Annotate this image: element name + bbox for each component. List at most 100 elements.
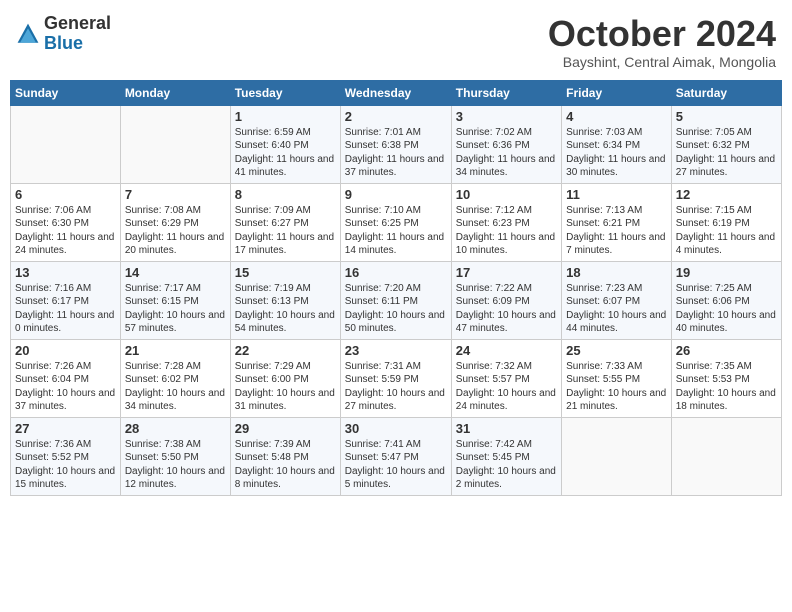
day-info: Sunrise: 7:01 AM Sunset: 6:38 PM Dayligh…	[345, 126, 447, 180]
calendar-cell: 26 Sunrise: 7:35 AM Sunset: 5:53 PM Dayli…	[671, 339, 781, 417]
page-header: General Blue October 2024 Bayshint, Cent…	[10, 10, 782, 74]
calendar-week-row: 1 Sunrise: 6:59 AM Sunset: 6:40 PM Daylig…	[11, 105, 782, 183]
calendar-cell: 30Sunrise: 7:41 AM Sunset: 5:47 PM Dayli…	[340, 417, 451, 495]
day-number: 22	[235, 343, 336, 358]
day-info: Sunrise: 7:02 AM Sunset: 6:36 PM Dayligh…	[456, 126, 557, 180]
calendar-cell: 6 Sunrise: 7:06 AM Sunset: 6:30 PM Daylig…	[11, 183, 121, 261]
calendar-cell: 29 Sunrise: 7:39 AM Sunset: 5:48 PM Dayli…	[230, 417, 340, 495]
day-info: Sunrise: 7:29 AM Sunset: 6:00 PM Dayligh…	[235, 360, 336, 414]
day-info: Sunrise: 7:22 AM Sunset: 6:09 PM Dayligh…	[456, 282, 557, 336]
logo: General Blue	[16, 14, 111, 54]
day-info: Sunrise: 7:19 AM Sunset: 6:13 PM Dayligh…	[235, 282, 336, 336]
day-info: Sunrise: 7:09 AM Sunset: 6:27 PM Dayligh…	[235, 204, 336, 258]
location-subtitle: Bayshint, Central Aimak, Mongolia	[548, 54, 776, 70]
calendar-cell: 19 Sunrise: 7:25 AM Sunset: 6:06 PM Dayli…	[671, 261, 781, 339]
logo-general-text: General	[44, 14, 111, 34]
weekday-header-row: SundayMondayTuesdayWednesdayThursdayFrid…	[11, 80, 782, 105]
calendar-cell	[11, 105, 121, 183]
day-number: 17	[456, 265, 557, 280]
day-number: 7	[125, 187, 226, 202]
calendar-cell: 7 Sunrise: 7:08 AM Sunset: 6:29 PM Daylig…	[120, 183, 230, 261]
day-number: 6	[15, 187, 116, 202]
day-info: Sunrise: 7:28 AM Sunset: 6:02 PM Dayligh…	[125, 360, 226, 414]
calendar-cell: 24 Sunrise: 7:32 AM Sunset: 5:57 PM Dayli…	[451, 339, 561, 417]
calendar-cell: 21 Sunrise: 7:28 AM Sunset: 6:02 PM Dayli…	[120, 339, 230, 417]
calendar-cell: 1 Sunrise: 6:59 AM Sunset: 6:40 PM Daylig…	[230, 105, 340, 183]
day-info: Sunrise: 7:39 AM Sunset: 5:48 PM Dayligh…	[235, 438, 336, 492]
calendar-cell: 20Sunrise: 7:26 AM Sunset: 6:04 PM Dayli…	[11, 339, 121, 417]
calendar-cell: 25 Sunrise: 7:33 AM Sunset: 5:55 PM Dayli…	[562, 339, 672, 417]
day-number: 9	[345, 187, 447, 202]
day-number: 5	[676, 109, 777, 124]
day-info: Sunrise: 7:31 AM Sunset: 5:59 PM Dayligh…	[345, 360, 447, 414]
day-number: 21	[125, 343, 226, 358]
calendar-cell: 11Sunrise: 7:13 AM Sunset: 6:21 PM Dayli…	[562, 183, 672, 261]
calendar-cell: 10Sunrise: 7:12 AM Sunset: 6:23 PM Dayli…	[451, 183, 561, 261]
day-info: Sunrise: 7:12 AM Sunset: 6:23 PM Dayligh…	[456, 204, 557, 258]
calendar-cell: 15 Sunrise: 7:19 AM Sunset: 6:13 PM Dayli…	[230, 261, 340, 339]
day-number: 24	[456, 343, 557, 358]
day-info: Sunrise: 7:23 AM Sunset: 6:07 PM Dayligh…	[566, 282, 667, 336]
calendar-cell	[562, 417, 672, 495]
calendar-cell: 13Sunrise: 7:16 AM Sunset: 6:17 PM Dayli…	[11, 261, 121, 339]
weekday-header-thursday: Thursday	[451, 80, 561, 105]
weekday-header-monday: Monday	[120, 80, 230, 105]
calendar-week-row: 20Sunrise: 7:26 AM Sunset: 6:04 PM Dayli…	[11, 339, 782, 417]
calendar-cell: 23 Sunrise: 7:31 AM Sunset: 5:59 PM Dayli…	[340, 339, 451, 417]
day-number: 31	[456, 421, 557, 436]
day-info: Sunrise: 7:20 AM Sunset: 6:11 PM Dayligh…	[345, 282, 447, 336]
day-info: Sunrise: 6:59 AM Sunset: 6:40 PM Dayligh…	[235, 126, 336, 180]
calendar-cell: 12Sunrise: 7:15 AM Sunset: 6:19 PM Dayli…	[671, 183, 781, 261]
day-info: Sunrise: 7:42 AM Sunset: 5:45 PM Dayligh…	[456, 438, 557, 492]
day-info: Sunrise: 7:33 AM Sunset: 5:55 PM Dayligh…	[566, 360, 667, 414]
day-info: Sunrise: 7:10 AM Sunset: 6:25 PM Dayligh…	[345, 204, 447, 258]
calendar-cell	[120, 105, 230, 183]
day-number: 29	[235, 421, 336, 436]
day-number: 1	[235, 109, 336, 124]
day-number: 25	[566, 343, 667, 358]
calendar-cell: 18 Sunrise: 7:23 AM Sunset: 6:07 PM Dayli…	[562, 261, 672, 339]
weekday-header-friday: Friday	[562, 80, 672, 105]
calendar-cell: 9 Sunrise: 7:10 AM Sunset: 6:25 PM Daylig…	[340, 183, 451, 261]
day-info: Sunrise: 7:32 AM Sunset: 5:57 PM Dayligh…	[456, 360, 557, 414]
day-info: Sunrise: 7:35 AM Sunset: 5:53 PM Dayligh…	[676, 360, 777, 414]
day-number: 3	[456, 109, 557, 124]
day-number: 2	[345, 109, 447, 124]
calendar-cell: 14Sunrise: 7:17 AM Sunset: 6:15 PM Dayli…	[120, 261, 230, 339]
calendar-table: SundayMondayTuesdayWednesdayThursdayFrid…	[10, 80, 782, 496]
calendar-week-row: 6 Sunrise: 7:06 AM Sunset: 6:30 PM Daylig…	[11, 183, 782, 261]
day-number: 18	[566, 265, 667, 280]
calendar-cell	[671, 417, 781, 495]
calendar-week-row: 27Sunrise: 7:36 AM Sunset: 5:52 PM Dayli…	[11, 417, 782, 495]
calendar-cell: 5 Sunrise: 7:05 AM Sunset: 6:32 PM Daylig…	[671, 105, 781, 183]
weekday-header-tuesday: Tuesday	[230, 80, 340, 105]
month-title: October 2024	[548, 14, 776, 54]
day-info: Sunrise: 7:38 AM Sunset: 5:50 PM Dayligh…	[125, 438, 226, 492]
calendar-cell: 16 Sunrise: 7:20 AM Sunset: 6:11 PM Dayli…	[340, 261, 451, 339]
day-number: 4	[566, 109, 667, 124]
day-number: 28	[125, 421, 226, 436]
day-number: 26	[676, 343, 777, 358]
calendar-cell: 2 Sunrise: 7:01 AM Sunset: 6:38 PM Daylig…	[340, 105, 451, 183]
weekday-header-saturday: Saturday	[671, 80, 781, 105]
day-info: Sunrise: 7:06 AM Sunset: 6:30 PM Dayligh…	[15, 204, 116, 258]
calendar-cell: 31 Sunrise: 7:42 AM Sunset: 5:45 PM Dayli…	[451, 417, 561, 495]
day-info: Sunrise: 7:08 AM Sunset: 6:29 PM Dayligh…	[125, 204, 226, 258]
day-info: Sunrise: 7:05 AM Sunset: 6:32 PM Dayligh…	[676, 126, 777, 180]
day-info: Sunrise: 7:41 AM Sunset: 5:47 PM Dayligh…	[345, 438, 447, 492]
weekday-header-sunday: Sunday	[11, 80, 121, 105]
day-info: Sunrise: 7:16 AM Sunset: 6:17 PM Dayligh…	[15, 282, 116, 336]
logo-blue-text: Blue	[44, 34, 111, 54]
day-info: Sunrise: 7:17 AM Sunset: 6:15 PM Dayligh…	[125, 282, 226, 336]
day-info: Sunrise: 7:03 AM Sunset: 6:34 PM Dayligh…	[566, 126, 667, 180]
day-info: Sunrise: 7:13 AM Sunset: 6:21 PM Dayligh…	[566, 204, 667, 258]
day-info: Sunrise: 7:25 AM Sunset: 6:06 PM Dayligh…	[676, 282, 777, 336]
day-number: 23	[345, 343, 447, 358]
day-number: 16	[345, 265, 447, 280]
day-info: Sunrise: 7:26 AM Sunset: 6:04 PM Dayligh…	[15, 360, 116, 414]
day-number: 19	[676, 265, 777, 280]
day-number: 15	[235, 265, 336, 280]
day-number: 12	[676, 187, 777, 202]
title-section: October 2024 Bayshint, Central Aimak, Mo…	[548, 14, 776, 70]
logo-icon	[16, 22, 40, 46]
